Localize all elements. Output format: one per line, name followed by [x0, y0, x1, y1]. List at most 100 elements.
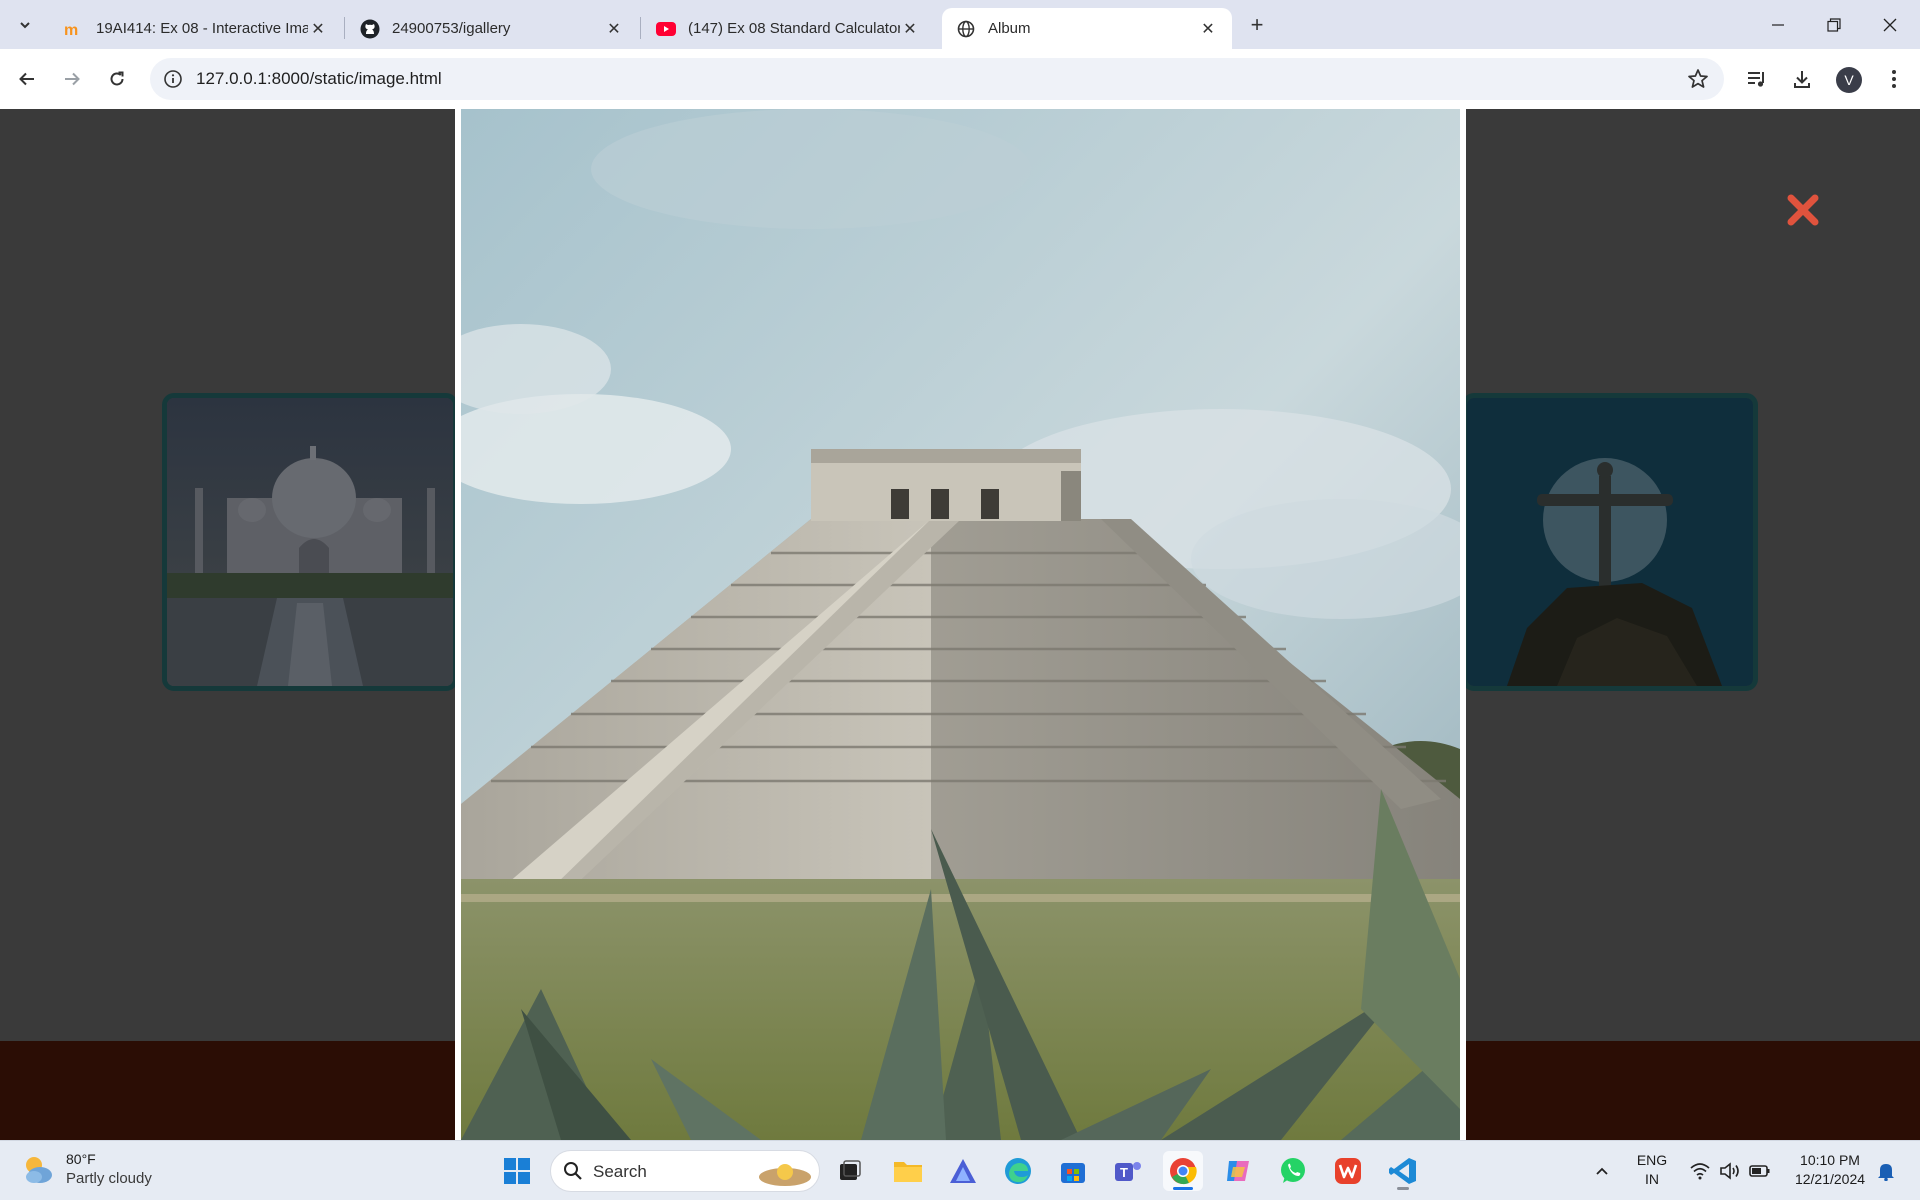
- main-image-frame: [455, 109, 1466, 1140]
- weather-temperature: 80°F: [66, 1151, 96, 1167]
- search-highlight-icon: [759, 1164, 811, 1186]
- profile-avatar[interactable]: V: [1836, 67, 1862, 93]
- chrome-icon: [1170, 1158, 1197, 1185]
- windows-logo-icon: [504, 1158, 530, 1184]
- close-tab-icon[interactable]: ✕: [604, 19, 624, 39]
- taskbar-store[interactable]: [1053, 1151, 1093, 1191]
- tab-separator: [344, 17, 345, 39]
- show-hidden-icons-button[interactable]: [1582, 1151, 1622, 1191]
- taskbar-search[interactable]: Search: [550, 1150, 820, 1192]
- github-icon: [360, 19, 380, 39]
- chevron-up-icon: [1596, 1167, 1608, 1175]
- taskbar-vscode[interactable]: [1383, 1151, 1423, 1191]
- office-w-icon: [1335, 1158, 1361, 1184]
- taskbar-app-arc[interactable]: [943, 1151, 983, 1191]
- taj-mahal-image: [167, 398, 453, 686]
- tab-album[interactable]: Album ✕: [942, 8, 1232, 49]
- chichen-itza-image: [461, 109, 1460, 1140]
- clock-date: 12/21/2024: [1794, 1171, 1866, 1187]
- taskbar-wps-office[interactable]: [1328, 1151, 1368, 1191]
- more-vertical-icon: [1892, 70, 1896, 88]
- restore-button[interactable]: [1806, 0, 1862, 49]
- tab-strip: m 19AI414: Ex 08 - Interactive Ima ✕ 249…: [0, 0, 1920, 49]
- tab-moodle[interactable]: m 19AI414: Ex 08 - Interactive Ima ✕: [50, 8, 342, 49]
- running-indicator: [1173, 1187, 1193, 1190]
- album-page: [0, 109, 1920, 1140]
- restore-icon: [1827, 17, 1841, 32]
- bookmark-star-icon[interactable]: [1686, 67, 1710, 91]
- browser-toolbar: 127.0.0.1:8000/static/image.html: [0, 49, 1920, 109]
- battery-icon: [1749, 1165, 1770, 1177]
- notifications-button[interactable]: [1866, 1151, 1906, 1191]
- taskbar-copilot[interactable]: [1218, 1151, 1258, 1191]
- close-tab-icon[interactable]: ✕: [900, 19, 920, 39]
- prev-image-thumbnail[interactable]: [162, 393, 458, 691]
- whatsapp-icon: [1281, 1158, 1305, 1183]
- arrow-left-icon: [19, 72, 34, 86]
- browser-menu-button[interactable]: [1879, 64, 1909, 94]
- weather-widget[interactable]: 80°F Partly cloudy: [20, 1151, 152, 1187]
- reload-button[interactable]: [100, 62, 134, 96]
- reload-icon: [110, 71, 124, 86]
- taskbar-file-explorer[interactable]: [888, 1151, 928, 1191]
- tab-search-button[interactable]: [10, 10, 40, 40]
- minimize-button[interactable]: [1750, 0, 1806, 49]
- downloads-button[interactable]: [1787, 64, 1817, 94]
- edge-icon: [1005, 1158, 1031, 1184]
- taskbar-chrome[interactable]: [1163, 1151, 1203, 1191]
- next-image-thumbnail[interactable]: [1462, 393, 1758, 691]
- store-icon: [1061, 1163, 1085, 1183]
- arrow-right-icon: [65, 72, 80, 86]
- quick-settings-button[interactable]: [1680, 1151, 1780, 1191]
- taskbar-whatsapp[interactable]: [1273, 1151, 1313, 1191]
- language-line1: ENG: [1636, 1152, 1668, 1168]
- triangle-app-icon: [950, 1159, 976, 1183]
- search-label: Search: [593, 1162, 647, 1181]
- close-tab-icon[interactable]: ✕: [1198, 19, 1218, 39]
- weather-condition: Partly cloudy: [66, 1170, 152, 1187]
- taskbar-teams[interactable]: T: [1108, 1151, 1148, 1191]
- tab-title: Album: [988, 20, 1031, 37]
- close-icon: [1883, 18, 1897, 31]
- tab-github[interactable]: 24900753/igallery ✕: [346, 8, 638, 49]
- partly-cloudy-icon: [26, 1157, 52, 1183]
- clock[interactable]: 10:10 PM 12/21/2024: [1782, 1151, 1878, 1189]
- vscode-icon: [1389, 1158, 1416, 1184]
- new-tab-button[interactable]: +: [1243, 11, 1271, 39]
- url-text[interactable]: 127.0.0.1:8000/static/image.html: [196, 69, 442, 89]
- close-tab-icon[interactable]: ✕: [308, 19, 328, 39]
- search-icon: [564, 1162, 582, 1180]
- playlist-icon: [1748, 72, 1764, 87]
- copilot-icon: [1227, 1161, 1249, 1181]
- forward-button[interactable]: [55, 62, 89, 96]
- windows-taskbar: 80°F Partly cloudy Search T ENG IN 10:10…: [0, 1140, 1920, 1200]
- language-line2: IN: [1645, 1171, 1659, 1187]
- address-bar[interactable]: 127.0.0.1:8000/static/image.html: [150, 58, 1724, 100]
- language-indicator[interactable]: ENG IN: [1630, 1151, 1674, 1189]
- youtube-icon: [656, 19, 676, 39]
- tab-title: 19AI414: Ex 08 - Interactive Ima: [96, 20, 308, 37]
- chevron-down-icon: [20, 22, 30, 29]
- wifi-icon: [1690, 1163, 1710, 1180]
- teams-icon: T: [1115, 1162, 1141, 1181]
- running-indicator: [1397, 1187, 1409, 1190]
- taskbar-task-view[interactable]: [830, 1151, 870, 1191]
- taskbar-edge[interactable]: [998, 1151, 1038, 1191]
- minimize-icon: [1772, 23, 1784, 26]
- download-icon: [1794, 71, 1810, 88]
- tab-title: 24900753/igallery: [392, 20, 511, 37]
- start-button[interactable]: [497, 1151, 537, 1191]
- tab-youtube[interactable]: (147) Ex 08 Standard Calculator ✕: [642, 8, 934, 49]
- task-view-icon: [840, 1160, 861, 1180]
- media-controls-button[interactable]: [1742, 64, 1772, 94]
- close-window-button[interactable]: [1862, 0, 1918, 49]
- folder-icon: [894, 1162, 922, 1182]
- back-button[interactable]: [10, 62, 44, 96]
- speaker-icon: [1720, 1162, 1739, 1180]
- site-info-icon[interactable]: [162, 68, 184, 90]
- moodle-icon: m: [64, 19, 84, 39]
- close-viewer-button[interactable]: [1786, 193, 1820, 227]
- svg-text:m: m: [64, 22, 78, 38]
- christ-redeemer-image: [1467, 398, 1753, 686]
- clock-time: 10:10 PM: [1800, 1152, 1860, 1168]
